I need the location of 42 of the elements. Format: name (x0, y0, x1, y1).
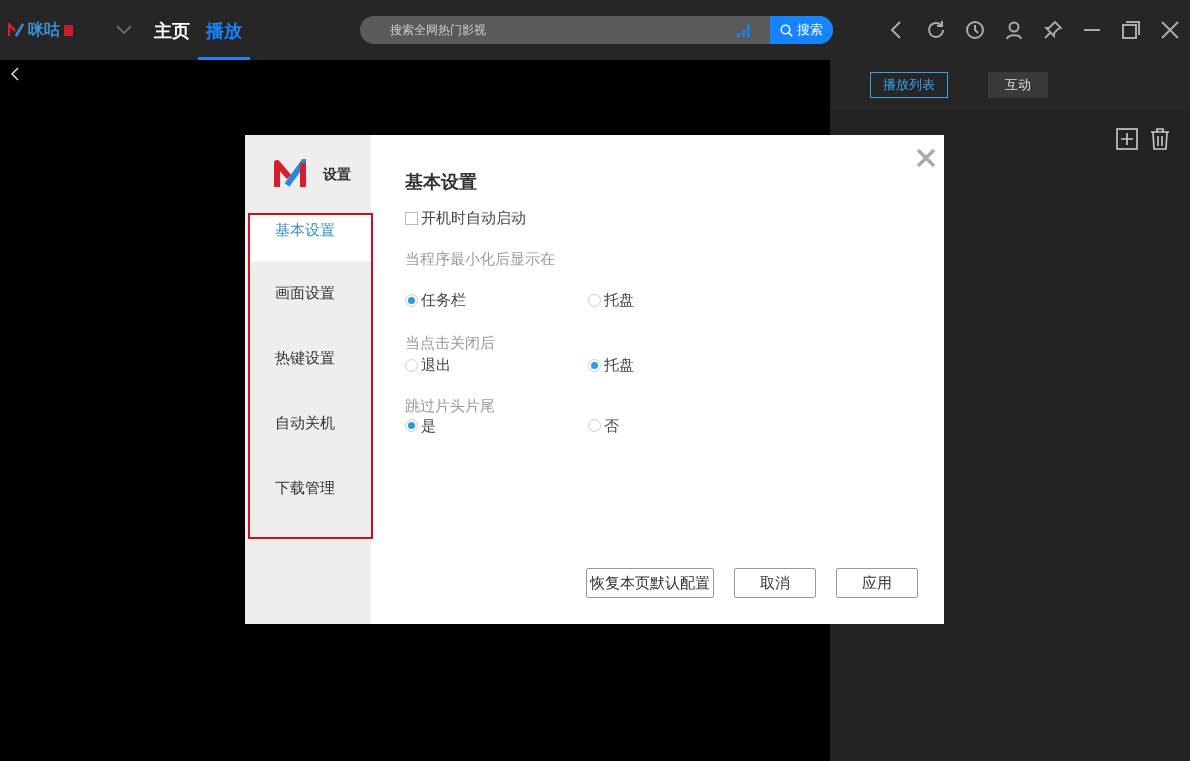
refresh-icon[interactable] (926, 20, 946, 40)
trash-icon[interactable] (1150, 128, 1170, 150)
dialog-button[interactable]: 取消 (734, 568, 816, 598)
settings-nav-item[interactable]: 基本设置 (250, 215, 371, 261)
option-label: 当点击关闭后 (405, 332, 496, 354)
radio-label: 是 (421, 415, 436, 437)
clock-icon[interactable] (965, 20, 985, 40)
search-button[interactable]: 搜索 (770, 16, 833, 44)
radio-label: 否 (604, 415, 619, 437)
logo-text: 咪咕 (28, 19, 60, 41)
nav-tab[interactable]: 主页 (146, 0, 198, 60)
back-icon[interactable] (10, 67, 20, 81)
search-field[interactable]: 搜索全网热门影视 搜索 (360, 16, 833, 44)
restore-icon[interactable] (1121, 20, 1141, 40)
settings-nav-item[interactable]: 画面设置 (250, 261, 371, 326)
settings-nav-item[interactable]: 热键设置 (250, 326, 371, 391)
panel-tab[interactable]: 互动 (988, 72, 1048, 98)
search-icon (780, 23, 793, 37)
radio-label: 退出 (421, 355, 451, 376)
logo-icon (273, 159, 309, 189)
checkbox[interactable] (405, 211, 418, 225)
radio-label: 任务栏 (421, 290, 466, 311)
dialog-button[interactable]: 应用 (836, 568, 918, 598)
close-icon[interactable] (1160, 20, 1180, 40)
settings-dialog: 设置 基本设置 画面设置 热键设置 自动关机 下载管理 基本设置 开机时自动启动 当程序最小化后显示在 任务栏 托盘 当点击关闭后 退出 托盘 跳过片头片尾 是 否 恢复本页默认配置 取消 应用 (245, 135, 944, 624)
section-title: 基本设置 (405, 170, 478, 194)
option-label: 当程序最小化后显示在 (405, 248, 556, 270)
pin-icon[interactable] (1043, 20, 1063, 40)
radio-label: 托盘 (604, 355, 634, 376)
logo-icon (8, 23, 24, 37)
bar-chart-icon (736, 23, 752, 37)
radio-label: 托盘 (604, 290, 634, 311)
option-label: 跳过片头片尾 (405, 396, 496, 415)
panel-tab[interactable]: 播放列表 (870, 72, 948, 98)
add-icon[interactable] (1116, 128, 1138, 150)
dialog-title: 设置 (323, 164, 351, 184)
settings-nav-item[interactable]: 下载管理 (250, 456, 371, 521)
chevron-down-icon[interactable] (116, 25, 132, 35)
logo-badge-icon (64, 24, 73, 36)
dialog-button[interactable]: 恢复本页默认配置 (586, 568, 714, 598)
settings-nav-item[interactable]: 自动关机 (250, 391, 371, 456)
user-icon[interactable] (1004, 20, 1024, 40)
